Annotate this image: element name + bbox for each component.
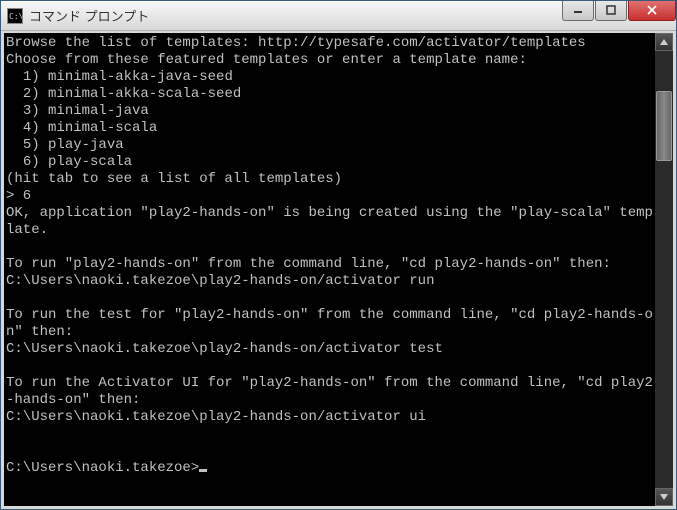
command-prompt-window: C:\ コマンド プロンプト Browse the list of templa…: [0, 0, 677, 510]
console-container: Browse the list of templates: http://typ…: [1, 31, 676, 509]
window-controls: [561, 1, 676, 23]
scrollbar[interactable]: [655, 33, 673, 506]
scrollbar-thumb[interactable]: [656, 91, 672, 161]
console-output[interactable]: Browse the list of templates: http://typ…: [4, 33, 655, 506]
prompt: C:\Users\naoki.takezoe>: [6, 460, 199, 476]
maximize-icon: [606, 5, 616, 15]
close-button[interactable]: [628, 1, 676, 21]
chevron-up-icon: [660, 39, 668, 45]
titlebar[interactable]: C:\ コマンド プロンプト: [1, 1, 676, 31]
scrollbar-track[interactable]: [655, 51, 673, 488]
minimize-button[interactable]: [562, 1, 594, 21]
scroll-down-button[interactable]: [655, 488, 673, 506]
minimize-icon: [573, 5, 583, 15]
cmd-icon: C:\: [7, 8, 23, 24]
cursor: [199, 469, 207, 472]
close-icon: [646, 5, 658, 15]
window-title: コマンド プロンプト: [29, 6, 561, 25]
chevron-down-icon: [660, 494, 668, 500]
maximize-button[interactable]: [595, 1, 627, 21]
scroll-up-button[interactable]: [655, 33, 673, 51]
